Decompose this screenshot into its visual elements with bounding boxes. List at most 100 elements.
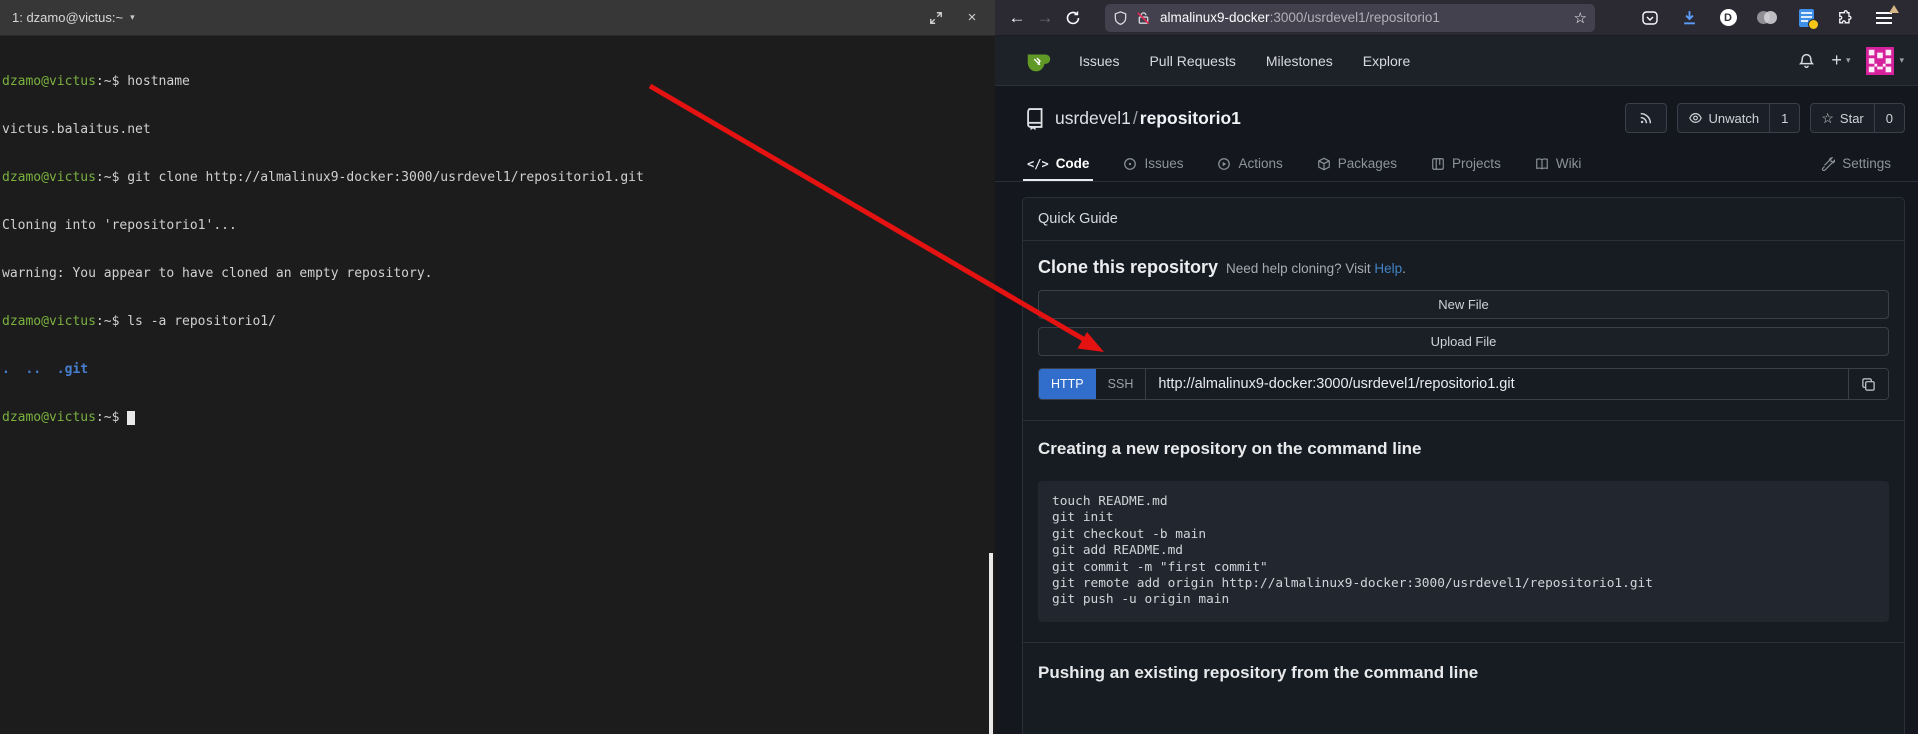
pocket-icon[interactable] <box>1639 7 1661 29</box>
repo-owner-link[interactable]: usrdevel1 <box>1055 108 1131 128</box>
terminal-line: Cloning into 'repositorio1'... <box>2 218 993 234</box>
extension-d-icon[interactable]: D <box>1717 7 1739 29</box>
project-board-icon <box>1431 157 1445 171</box>
terminal-window: 1: dzamo@victus:~ ▾ × dzamo@victus:~$ ho… <box>0 0 995 734</box>
repo-name-link[interactable]: repositorio1 <box>1140 108 1241 128</box>
creating-repo-code-block[interactable]: touch README.md git init git checkout -b… <box>1038 481 1889 622</box>
repo-header-buttons: Unwatch 1 ☆ Star 0 <box>1625 103 1905 133</box>
terminal-title-caret-icon[interactable]: ▾ <box>130 12 135 23</box>
prompt-user: dzamo@victus <box>2 410 96 425</box>
rss-feed-button[interactable] <box>1625 103 1667 133</box>
url-text[interactable]: almalinux9-docker:3000/usrdevel1/reposit… <box>1160 10 1568 25</box>
back-icon[interactable]: ← <box>1003 4 1031 32</box>
create-new-button[interactable]: +▾ <box>1831 50 1850 71</box>
menu-update-badge <box>1889 5 1899 13</box>
stars-count[interactable]: 0 <box>1874 104 1904 132</box>
avatar[interactable] <box>1866 47 1894 75</box>
bookmark-star-icon[interactable]: ☆ <box>1574 9 1587 27</box>
extension-circles-icon[interactable] <box>1756 7 1778 29</box>
star-button[interactable]: ☆ Star 0 <box>1810 103 1905 133</box>
watchers-count[interactable]: 1 <box>1769 104 1799 132</box>
repo-tabs: </> Code Issues Actions Packages <box>995 146 1918 182</box>
copy-icon <box>1861 377 1876 392</box>
create-new-caret-icon: ▾ <box>1846 55 1851 66</box>
command-ls: ls -a repositorio1/ <box>127 314 276 329</box>
clone-section: Clone this repository Need help cloning?… <box>1023 241 1904 421</box>
notifications-bell-icon[interactable] <box>1798 52 1815 70</box>
upload-file-button[interactable]: Upload File <box>1038 327 1889 356</box>
settings-tools-icon <box>1821 157 1835 171</box>
gitea-navbar: Issues Pull Requests Milestones Explore … <box>995 36 1918 86</box>
package-icon <box>1317 157 1331 171</box>
nav-link-issues[interactable]: Issues <box>1079 53 1119 69</box>
user-menu[interactable]: ▾ <box>1866 47 1904 75</box>
shield-icon[interactable] <box>1113 10 1128 26</box>
clone-help-text: Need help cloning? Visit Help. <box>1226 261 1406 276</box>
nav-link-pull-requests[interactable]: Pull Requests <box>1149 53 1235 69</box>
ssh-protocol-button[interactable]: SSH <box>1096 369 1147 399</box>
forward-icon[interactable]: → <box>1031 4 1059 32</box>
gitea-page: Issues Pull Requests Milestones Explore … <box>995 36 1918 734</box>
tab-wiki[interactable]: Wiki <box>1531 156 1586 181</box>
command-hostname: hostname <box>127 74 190 89</box>
pushing-repo-section: Pushing an existing repository from the … <box>1023 643 1904 703</box>
code-icon: </> <box>1027 157 1049 171</box>
tab-issues[interactable]: Issues <box>1119 156 1187 181</box>
pushing-repo-heading: Pushing an existing repository from the … <box>1038 663 1889 683</box>
repo-header: usrdevel1/repositorio1 <box>995 92 1918 144</box>
new-file-button[interactable]: New File <box>1038 290 1889 319</box>
extension-document-icon[interactable] <box>1795 7 1817 29</box>
insecure-lock-icon[interactable] <box>1136 10 1151 26</box>
menu-hamburger-icon[interactable] <box>1873 7 1895 29</box>
eye-icon <box>1688 111 1703 125</box>
terminal-titlebar[interactable]: 1: dzamo@victus:~ ▾ × <box>0 0 995 36</box>
url-path: :3000/usrdevel1/repositorio1 <box>1270 10 1440 25</box>
prompt-path: :~$ <box>96 74 127 89</box>
clone-url-input[interactable]: http://almalinux9-docker:3000/usrdevel1/… <box>1146 369 1848 399</box>
user-menu-caret-icon: ▾ <box>1899 55 1904 66</box>
repo-title: usrdevel1/repositorio1 <box>1023 106 1241 130</box>
copy-url-button[interactable] <box>1848 369 1888 399</box>
clone-url-row: HTTP SSH http://almalinux9-docker:3000/u… <box>1038 368 1889 400</box>
window-divider[interactable] <box>989 553 993 734</box>
tab-code[interactable]: </> Code <box>1023 156 1093 181</box>
tab-actions[interactable]: Actions <box>1213 156 1286 181</box>
url-bar[interactable]: almalinux9-docker:3000/usrdevel1/reposit… <box>1105 4 1595 32</box>
output-cloning: Cloning into 'repositorio1'... <box>2 218 237 233</box>
http-protocol-button[interactable]: HTTP <box>1039 369 1096 399</box>
output-warning: warning: You appear to have cloned an em… <box>2 266 432 281</box>
terminal-body[interactable]: dzamo@victus:~$ hostname victus.balaitus… <box>0 36 995 458</box>
gitea-nav-right: +▾ ▾ <box>1798 47 1904 75</box>
repo-title-separator: / <box>1133 108 1138 128</box>
tab-settings[interactable]: Settings <box>1817 156 1895 181</box>
repo-icon <box>1023 106 1045 130</box>
command-git-clone: git clone http://almalinux9-docker:3000/… <box>127 170 644 185</box>
nav-link-explore[interactable]: Explore <box>1363 53 1410 69</box>
tab-projects[interactable]: Projects <box>1427 156 1505 181</box>
prompt-path: :~$ <box>96 410 127 425</box>
help-link[interactable]: Help <box>1374 261 1402 276</box>
gitea-nav-links: Issues Pull Requests Milestones Explore <box>1079 53 1410 69</box>
terminal-line: warning: You appear to have cloned an em… <box>2 266 993 282</box>
terminal-line: dzamo@victus:~$ git clone http://almalin… <box>2 170 993 186</box>
unwatch-button[interactable]: Unwatch 1 <box>1677 103 1801 133</box>
nav-link-milestones[interactable]: Milestones <box>1266 53 1333 69</box>
terminal-line: dzamo@victus:~$ ls -a repositorio1/ <box>2 314 993 330</box>
url-host: almalinux9-docker <box>1160 10 1270 25</box>
terminal-line: victus.balaitus.net <box>2 122 993 138</box>
extension-icons: D <box>1639 7 1895 29</box>
rss-icon <box>1639 111 1653 125</box>
quick-guide-panel: Quick Guide Clone this repository Need h… <box>1022 197 1905 734</box>
terminal-restore-icon[interactable] <box>925 7 947 29</box>
creating-repo-section: Creating a new repository on the command… <box>1023 421 1904 643</box>
terminal-title: 1: dzamo@victus:~ ▾ <box>12 10 135 25</box>
clone-section-title: Clone this repository <box>1038 257 1218 278</box>
reload-icon[interactable] <box>1059 4 1087 32</box>
tab-packages[interactable]: Packages <box>1313 156 1401 181</box>
gitea-logo-icon[interactable] <box>1023 46 1053 76</box>
terminal-title-text: 1: dzamo@victus:~ <box>12 10 123 25</box>
creating-repo-heading: Creating a new repository on the command… <box>1038 439 1889 459</box>
extensions-puzzle-icon[interactable] <box>1834 7 1856 29</box>
downloads-icon[interactable] <box>1678 7 1700 29</box>
terminal-close-icon[interactable]: × <box>961 7 983 29</box>
